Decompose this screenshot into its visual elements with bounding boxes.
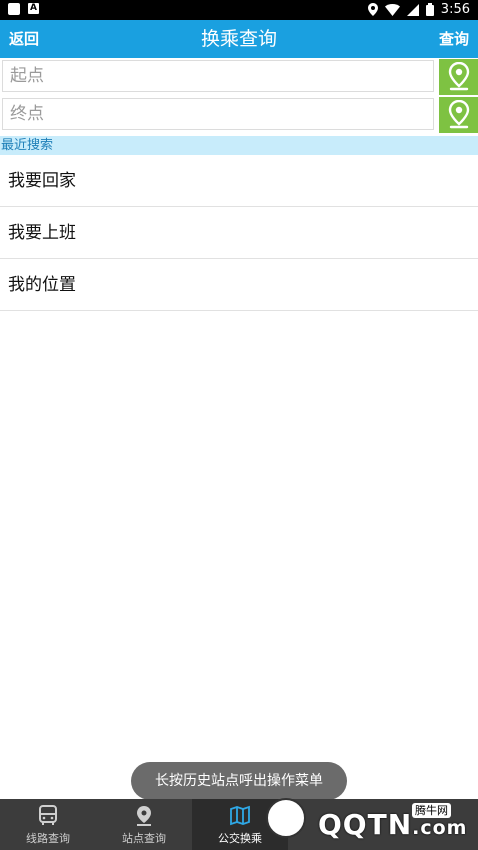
location-pin-icon — [448, 100, 469, 129]
location-pin-icon — [137, 806, 151, 826]
recent-search-header: 最近搜索 — [0, 136, 478, 155]
status-bar: A 3:56 — [0, 0, 478, 20]
location-status-icon — [367, 3, 378, 16]
site-watermark: QQTN.com 腾牛网 — [262, 790, 478, 850]
tab-route-query[interactable]: 线路查询 — [0, 799, 96, 850]
signal-icon — [406, 3, 419, 16]
end-pick-button[interactable] — [439, 97, 478, 133]
tab-stop-query[interactable]: 站点查询 — [96, 799, 192, 850]
start-field-row — [0, 59, 478, 95]
bus-icon — [39, 805, 57, 825]
battery-icon — [425, 3, 434, 16]
map-book-icon — [230, 805, 250, 826]
page-title: 换乘查询 — [200, 28, 277, 50]
list-item-my-location[interactable]: 我的位置 — [0, 260, 478, 311]
location-pin-icon — [448, 62, 469, 91]
tab-label: 线路查询 — [26, 832, 70, 845]
app-header: 返回 换乘查询 查询 — [0, 20, 478, 58]
wifi-icon — [384, 3, 400, 16]
notification-icon — [8, 3, 20, 15]
status-time: 3:56 — [440, 2, 470, 17]
end-input[interactable] — [2, 98, 434, 130]
watermark-tag: 腾牛网 — [412, 803, 451, 818]
end-field-row — [0, 97, 478, 133]
notification-badge-icon: A — [28, 3, 39, 14]
list-item-go-to-work[interactable]: 我要上班 — [0, 208, 478, 259]
list-item-go-home[interactable]: 我要回家 — [0, 156, 478, 207]
query-button[interactable]: 查询 — [439, 20, 469, 58]
start-input[interactable] — [2, 60, 434, 92]
watermark-logo-icon — [266, 798, 306, 838]
start-pick-button[interactable] — [439, 59, 478, 95]
tab-label: 站点查询 — [122, 832, 166, 845]
